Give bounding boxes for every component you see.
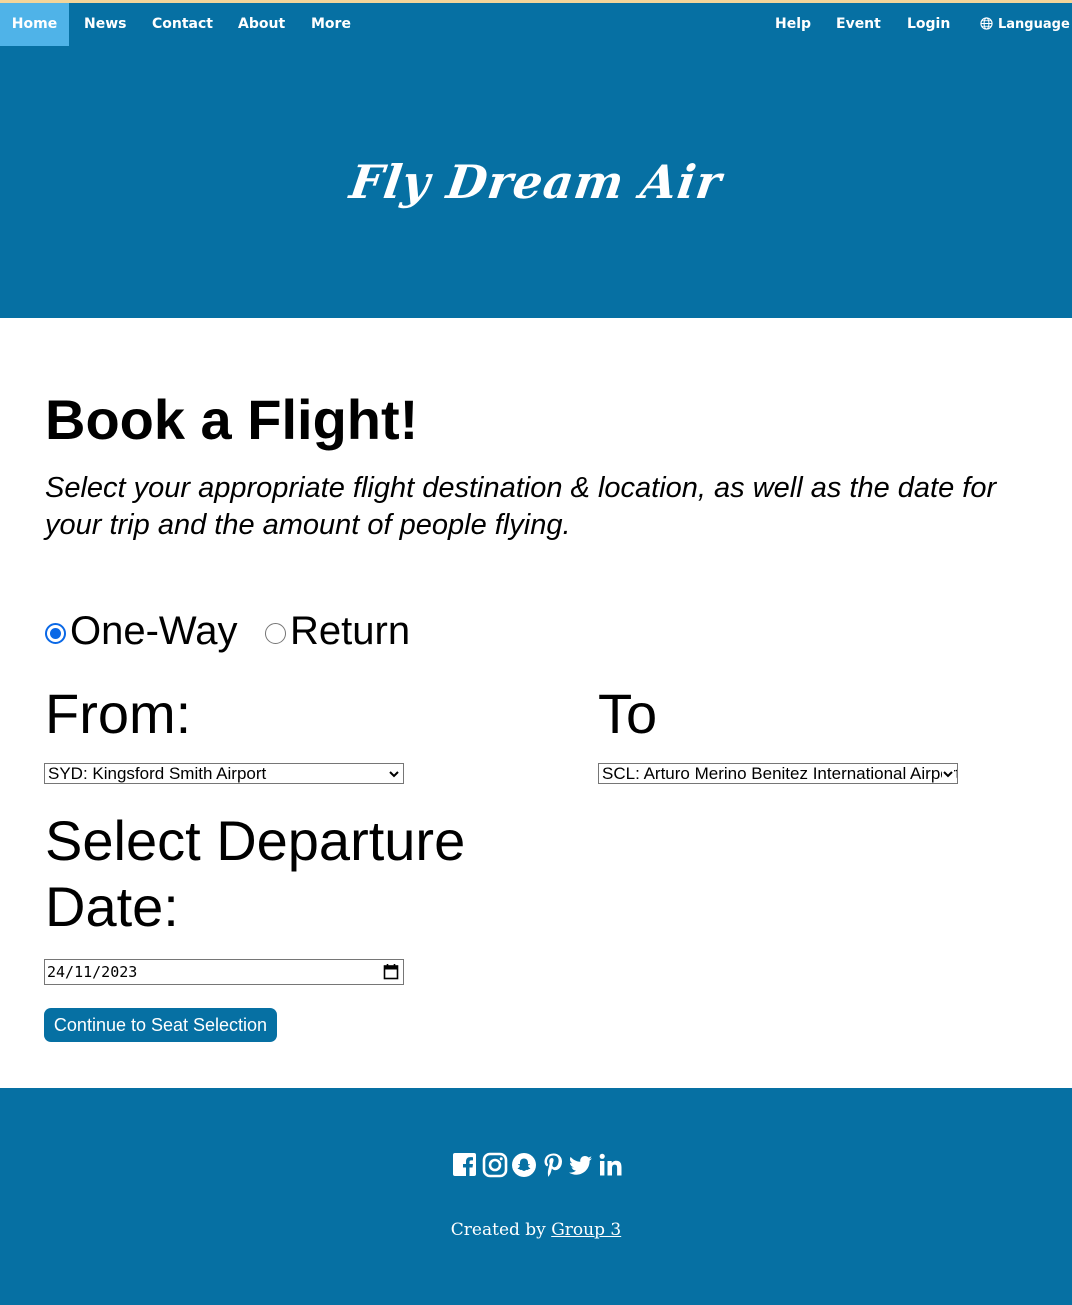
instagram-icon[interactable] bbox=[482, 1152, 508, 1178]
page-title: Book a Flight! bbox=[45, 388, 419, 451]
footer-credit: Created by Group 3 bbox=[0, 1218, 1072, 1242]
nav-news[interactable]: News bbox=[84, 3, 126, 46]
pinterest-icon[interactable] bbox=[540, 1152, 566, 1178]
site-footer bbox=[0, 1088, 1072, 1305]
chevron-down-icon bbox=[388, 767, 400, 781]
to-label: To bbox=[598, 682, 658, 745]
credit-prefix: Created by bbox=[450, 1220, 552, 1240]
site-logo: Fly Dream Air bbox=[346, 155, 726, 209]
calendar-icon[interactable] bbox=[383, 963, 399, 987]
nav-login[interactable]: Login bbox=[907, 3, 950, 46]
from-airport-select[interactable]: SYD: Kingsford Smith Airport bbox=[44, 763, 404, 784]
top-navbar: Home News Contact About More Help Event … bbox=[0, 3, 1072, 46]
page-subtitle: Select your appropriate flight destinati… bbox=[45, 472, 997, 541]
nav-event[interactable]: Event bbox=[836, 3, 881, 46]
continue-to-seat-selection-button[interactable]: Continue to Seat Selection bbox=[44, 1008, 277, 1042]
nav-contact[interactable]: Contact bbox=[152, 3, 213, 46]
language-label: Language bbox=[998, 17, 1070, 32]
globe-icon bbox=[980, 5, 993, 48]
one-way-label[interactable]: One-Way bbox=[70, 608, 237, 654]
facebook-icon[interactable] bbox=[452, 1152, 478, 1178]
nav-about[interactable]: About bbox=[238, 3, 285, 46]
nav-home[interactable]: Home bbox=[0, 3, 69, 46]
from-label: From: bbox=[45, 682, 192, 745]
nav-help[interactable]: Help bbox=[775, 3, 811, 46]
one-way-radio[interactable] bbox=[45, 623, 66, 644]
linkedin-icon[interactable] bbox=[598, 1152, 624, 1178]
departure-date-label: Select Departure Date: bbox=[45, 809, 466, 938]
return-radio[interactable] bbox=[265, 623, 286, 644]
departure-date-value: 24/11/2023 bbox=[47, 963, 138, 981]
from-airport-value: SYD: Kingsford Smith Airport bbox=[48, 764, 267, 783]
nav-more[interactable]: More bbox=[311, 3, 351, 46]
chevron-down-icon bbox=[942, 767, 954, 781]
to-airport-value: SCL: Arturo Merino Benitez International… bbox=[602, 764, 958, 783]
twitter-icon[interactable] bbox=[568, 1152, 594, 1178]
language-selector[interactable]: Language bbox=[980, 3, 1070, 46]
group-3-link[interactable]: Group 3 bbox=[551, 1220, 621, 1240]
departure-date-input[interactable]: 24/11/2023 bbox=[44, 959, 404, 985]
snapchat-icon[interactable] bbox=[511, 1152, 537, 1178]
return-label[interactable]: Return bbox=[290, 608, 410, 654]
to-airport-select[interactable]: SCL: Arturo Merino Benitez International… bbox=[598, 763, 958, 784]
